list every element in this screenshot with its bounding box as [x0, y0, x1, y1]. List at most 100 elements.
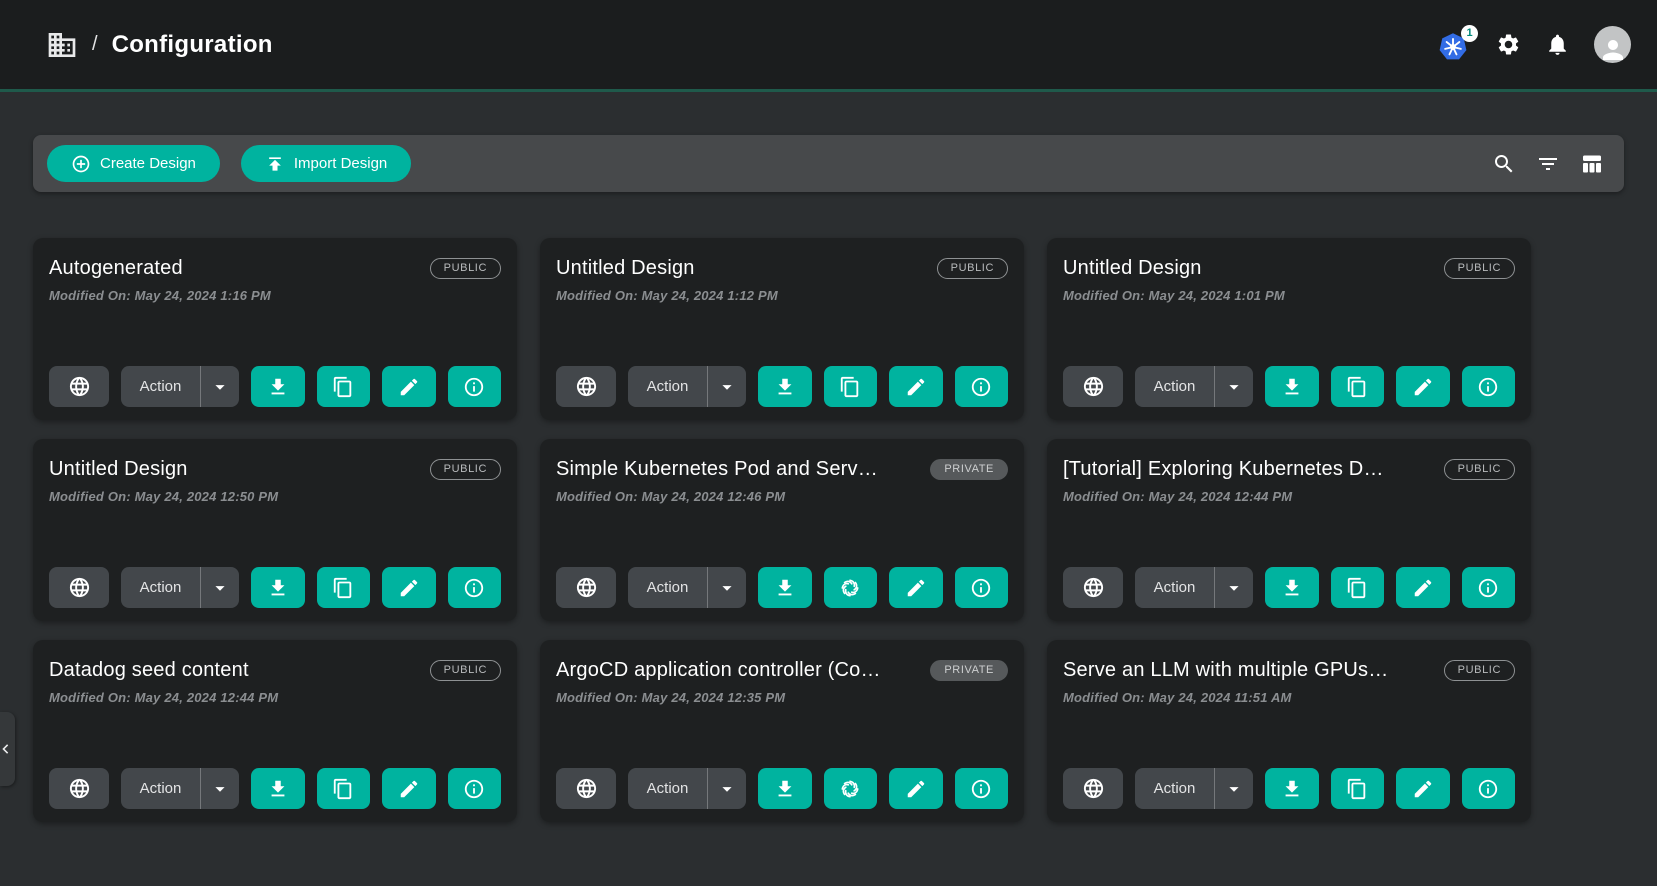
action-split-button: Action	[628, 768, 746, 809]
settings-button[interactable]	[1496, 32, 1521, 57]
visibility-globe-button[interactable]	[49, 366, 109, 407]
organization-building-icon[interactable]	[46, 29, 78, 61]
download-button[interactable]	[1265, 768, 1319, 809]
snapshot-button[interactable]	[824, 768, 878, 809]
edit-pencil-icon	[398, 577, 420, 599]
info-button[interactable]	[955, 768, 1009, 809]
download-button[interactable]	[1265, 567, 1319, 608]
info-button[interactable]	[1462, 366, 1516, 407]
edit-button[interactable]	[382, 768, 436, 809]
designs-toolbar: Create Design Import Design	[33, 135, 1624, 192]
globe-icon	[1082, 375, 1105, 398]
design-title: Datadog seed content	[49, 657, 249, 683]
action-button[interactable]: Action	[121, 768, 201, 809]
edit-button[interactable]	[889, 567, 943, 608]
info-button[interactable]	[448, 366, 502, 407]
design-title: [Tutorial] Exploring Kubernetes D…	[1063, 456, 1384, 482]
action-dropdown-button[interactable]	[1215, 768, 1253, 809]
edit-button[interactable]	[1396, 768, 1450, 809]
kubernetes-context-button[interactable]: 1	[1438, 29, 1472, 61]
info-icon	[1477, 778, 1499, 800]
visibility-globe-button[interactable]	[1063, 366, 1123, 407]
action-button[interactable]: Action	[1135, 567, 1215, 608]
info-button[interactable]	[1462, 567, 1516, 608]
edit-button[interactable]	[1396, 567, 1450, 608]
filter-icon	[1536, 152, 1560, 176]
visibility-globe-button[interactable]	[556, 366, 616, 407]
action-dropdown-button[interactable]	[1215, 567, 1253, 608]
action-dropdown-button[interactable]	[1215, 366, 1253, 407]
visibility-globe-button[interactable]	[1063, 768, 1123, 809]
edit-pencil-icon	[1412, 778, 1434, 800]
download-button[interactable]	[758, 567, 812, 608]
import-design-button[interactable]: Import Design	[241, 145, 411, 182]
info-button[interactable]	[955, 366, 1009, 407]
design-card: Serve an LLM with multiple GPUs… PUBLIC …	[1047, 640, 1531, 822]
download-button[interactable]	[251, 366, 305, 407]
visibility-globe-button[interactable]	[1063, 567, 1123, 608]
info-button[interactable]	[955, 567, 1009, 608]
design-card: ArgoCD application controller (Co… PRIVA…	[540, 640, 1024, 822]
action-dropdown-button[interactable]	[201, 567, 239, 608]
design-card: [Tutorial] Exploring Kubernetes D… PUBLI…	[1047, 439, 1531, 621]
copy-icon	[332, 577, 354, 599]
download-button[interactable]	[758, 768, 812, 809]
design-card: Datadog seed content PUBLIC Modified On:…	[33, 640, 517, 822]
notifications-button[interactable]	[1545, 32, 1570, 57]
copy-button[interactable]	[1331, 768, 1385, 809]
user-avatar[interactable]	[1594, 26, 1631, 63]
card-action-row: Action	[49, 567, 501, 608]
edit-button[interactable]	[889, 768, 943, 809]
filter-button[interactable]	[1536, 152, 1560, 176]
action-dropdown-button[interactable]	[201, 768, 239, 809]
card-action-row: Action	[556, 567, 1008, 608]
collapse-drawer-handle[interactable]	[0, 712, 15, 786]
action-button[interactable]: Action	[628, 768, 708, 809]
action-dropdown-button[interactable]	[708, 567, 746, 608]
edit-button[interactable]	[382, 366, 436, 407]
snapshot-button[interactable]	[824, 567, 878, 608]
action-button[interactable]: Action	[628, 567, 708, 608]
action-dropdown-button[interactable]	[708, 768, 746, 809]
download-button[interactable]	[758, 366, 812, 407]
search-button[interactable]	[1492, 152, 1516, 176]
edit-button[interactable]	[382, 567, 436, 608]
copy-button[interactable]	[824, 366, 878, 407]
chevron-down-icon	[1223, 376, 1245, 398]
action-button[interactable]: Action	[121, 366, 201, 407]
action-button[interactable]: Action	[1135, 768, 1215, 809]
add-circle-icon	[71, 154, 91, 174]
action-split-button: Action	[121, 768, 239, 809]
copy-button[interactable]	[317, 768, 371, 809]
download-button[interactable]	[251, 567, 305, 608]
info-button[interactable]	[1462, 768, 1516, 809]
edit-pencil-icon	[905, 577, 927, 599]
action-button[interactable]: Action	[1135, 366, 1215, 407]
card-action-row: Action	[556, 366, 1008, 407]
table-view-button[interactable]	[1580, 152, 1604, 176]
copy-button[interactable]	[1331, 567, 1385, 608]
copy-button[interactable]	[317, 567, 371, 608]
action-button[interactable]: Action	[628, 366, 708, 407]
card-action-row: Action	[49, 366, 501, 407]
info-button[interactable]	[448, 567, 502, 608]
action-dropdown-button[interactable]	[708, 366, 746, 407]
copy-button[interactable]	[317, 366, 371, 407]
create-design-button[interactable]: Create Design	[47, 145, 220, 182]
action-button[interactable]: Action	[121, 567, 201, 608]
edit-button[interactable]	[1396, 366, 1450, 407]
modified-on-text: Modified On: May 24, 2024 1:16 PM	[49, 288, 501, 303]
modified-on-text: Modified On: May 24, 2024 12:44 PM	[1063, 489, 1515, 504]
action-dropdown-button[interactable]	[201, 366, 239, 407]
download-button[interactable]	[1265, 366, 1319, 407]
download-button[interactable]	[251, 768, 305, 809]
visibility-globe-button[interactable]	[556, 567, 616, 608]
edit-button[interactable]	[889, 366, 943, 407]
copy-button[interactable]	[1331, 366, 1385, 407]
visibility-globe-button[interactable]	[49, 768, 109, 809]
visibility-globe-button[interactable]	[49, 567, 109, 608]
info-button[interactable]	[448, 768, 502, 809]
visibility-globe-button[interactable]	[556, 768, 616, 809]
action-split-button: Action	[628, 366, 746, 407]
modified-on-text: Modified On: May 24, 2024 1:12 PM	[556, 288, 1008, 303]
